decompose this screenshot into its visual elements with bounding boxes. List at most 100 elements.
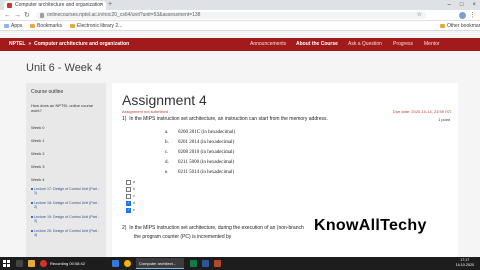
bookmark-library[interactable]: Electronic library 2... <box>70 22 122 30</box>
browser-tabstrip: Computer architecture and organization ×… <box>0 0 480 10</box>
bookmark-library-label: Electronic library 2... <box>77 23 123 29</box>
due-date: Due date: 2020-10-14, 23:59 IST. <box>392 109 452 114</box>
question-2-text: 2) In the MIPS instruction set architect… <box>122 224 322 242</box>
course-outline-sidebar: Course outline How does an NPTEL online … <box>26 83 106 270</box>
answer-checkbox-a[interactable] <box>126 180 131 185</box>
lock-icon <box>40 13 44 18</box>
bookmark-apps-label: Apps <box>11 23 23 29</box>
file-explorer-icon[interactable] <box>28 260 35 267</box>
answer-label-a: a <box>133 180 135 184</box>
answer-checkbox-e[interactable] <box>126 207 131 213</box>
bookmarks-bar: Apps Bookmarks Electronic library 2... O… <box>0 21 480 31</box>
chrome-icon[interactable] <box>124 260 131 267</box>
question-1-points: 1 point <box>437 117 450 122</box>
page-title: Unit 6 - Week 4 <box>26 62 102 74</box>
option-letter: b. <box>165 140 169 145</box>
answer-checkbox-b[interactable] <box>126 187 131 192</box>
browser-menu-icon[interactable]: ⋮ <box>469 11 476 20</box>
profile-avatar[interactable] <box>459 12 466 19</box>
question-1-text: 1) In the MIPS instruction set architect… <box>122 116 328 122</box>
breadcrumb-separator: » <box>28 41 32 47</box>
excel-icon[interactable] <box>190 260 197 267</box>
forward-icon[interactable]: → <box>14 11 21 20</box>
sidebar-subitem-lecture-20[interactable]: Lecture 20: Design of Control Unit (Part… <box>31 229 102 238</box>
store-icon[interactable] <box>112 260 119 267</box>
folder-icon <box>70 24 75 28</box>
folder-icon <box>440 24 445 28</box>
minimize-button[interactable]: – <box>448 1 451 9</box>
channel-watermark: KnowAllTechy <box>314 217 427 234</box>
recorder-icon[interactable] <box>40 260 47 267</box>
nav-about-course[interactable]: About the Course <box>296 41 338 48</box>
search-icon[interactable] <box>16 260 23 267</box>
site-header: NPTEL» Computer architecture and organiza… <box>0 38 480 51</box>
address-bar[interactable]: onlinecourses.nptel.ac.in/noc20_cs64/uni… <box>36 12 426 19</box>
answer-checkbox-d[interactable] <box>126 200 131 206</box>
answer-label-e: e <box>133 208 135 212</box>
powerpoint-icon[interactable] <box>214 260 221 267</box>
answer-label-d: d <box>133 201 135 205</box>
nav-progress[interactable]: Progress <box>393 41 413 48</box>
nav-ask-question[interactable]: Ask a Question <box>348 41 382 48</box>
option-text: 0200 201C (in hexadecimal) <box>178 130 236 135</box>
answer-label-b: b <box>133 187 135 191</box>
system-clock[interactable]: 17:17 14-10-2020 <box>456 258 474 268</box>
sidebar-item-week-3[interactable]: Week 3 <box>31 164 45 169</box>
question-2-line-2: the program counter (PC) is incremented … <box>134 234 232 240</box>
sidebar-subitem-lecture-18[interactable]: Lecture 18: Design of Control Unit (Part… <box>31 201 102 210</box>
taskbar-app-chrome[interactable]: Computer architect... <box>136 258 184 269</box>
nav-announcements[interactable]: Announcements <box>250 41 286 48</box>
sidebar-subitem-lecture-17[interactable]: Lecture 17: Design of Control Unit (Part… <box>31 187 102 196</box>
option-b: b. 0201 2014 (in hexadecimal) <box>165 140 234 146</box>
clock-date: 14-10-2020 <box>455 263 474 267</box>
bookmark-bookmarks[interactable]: Bookmarks <box>30 22 62 30</box>
close-window-button[interactable]: × <box>472 1 476 9</box>
assignment-panel: Assignment 4 Assignment not submitted Du… <box>112 83 458 270</box>
url-text: onlinecourses.nptel.ac.in/noc20_cs64/uni… <box>47 12 201 18</box>
question-1-body: In the MIPS instruction set architecture… <box>129 116 328 122</box>
assignment-title: Assignment 4 <box>122 92 207 108</box>
option-c: c. 0208 2010 (in hexadecimal) <box>165 150 234 156</box>
word-icon[interactable] <box>202 260 209 267</box>
windows-start-icon[interactable] <box>3 260 10 267</box>
bookmark-apps[interactable]: Apps <box>4 22 22 30</box>
course-link[interactable]: Computer architecture and organization <box>34 41 129 47</box>
nav-mentor[interactable]: Mentor <box>424 41 440 48</box>
option-a: a. 0200 201C (in hexadecimal) <box>165 130 235 136</box>
sidebar-item-week-2[interactable]: Week 2 <box>31 151 45 156</box>
option-d: d. 0211 5000 (in hexadecimal) <box>165 160 234 166</box>
option-letter: d. <box>165 160 169 165</box>
sidebar-item-week-4[interactable]: Week 4 <box>31 177 45 182</box>
back-icon[interactable]: ← <box>4 11 11 20</box>
bookmark-other[interactable]: Other bookmarks <box>440 22 480 30</box>
windows-taskbar: Recording 00:08:42 Computer architect...… <box>0 257 480 270</box>
question-number: 2) <box>122 225 127 231</box>
bookmark-bookmarks-label: Bookmarks <box>37 23 63 29</box>
question-2-line-1: In the MIPS instruction set architecture… <box>129 225 304 231</box>
sidebar-item-week-0[interactable]: Week 0 <box>31 125 45 130</box>
sidebar-item-how-it-works[interactable]: How does an NPTEL online course work? <box>31 103 101 113</box>
reload-icon[interactable]: ↻ <box>24 11 30 20</box>
tab-title: Computer architecture and organization <box>15 2 103 8</box>
option-text: 0208 2010 (in hexadecimal) <box>178 150 235 155</box>
answer-label-c: c <box>133 194 135 198</box>
option-letter: e. <box>165 170 169 175</box>
submission-status: Assignment not submitted <box>122 109 169 114</box>
browser-toolbar: ← → ↻ onlinecourses.nptel.ac.in/noc20_cs… <box>0 10 480 21</box>
apps-grid-icon <box>4 24 9 28</box>
browser-tab[interactable]: Computer architecture and organization × <box>4 1 106 10</box>
taskbar-app-label: Computer architect... <box>139 261 177 266</box>
option-text: 0211 5014 (in hexadecimal) <box>178 170 235 175</box>
bookmark-star-icon[interactable]: ☆ <box>417 12 422 19</box>
answer-checkbox-c[interactable] <box>126 194 131 199</box>
new-tab-button[interactable]: + <box>108 1 112 9</box>
recording-status: Recording 00:08:42 <box>50 261 85 266</box>
sidebar-item-week-1[interactable]: Week 1 <box>31 138 45 143</box>
close-tab-icon[interactable]: × <box>100 2 103 9</box>
sidebar-subitem-lecture-19[interactable]: Lecture 19: Design of Control Unit (Part… <box>31 215 102 224</box>
question-number: 1) <box>122 116 127 122</box>
maximize-button[interactable]: □ <box>460 1 464 9</box>
brand-link[interactable]: NPTEL <box>9 41 25 47</box>
window-controls: – □ × <box>448 1 476 9</box>
folder-icon <box>30 24 35 28</box>
